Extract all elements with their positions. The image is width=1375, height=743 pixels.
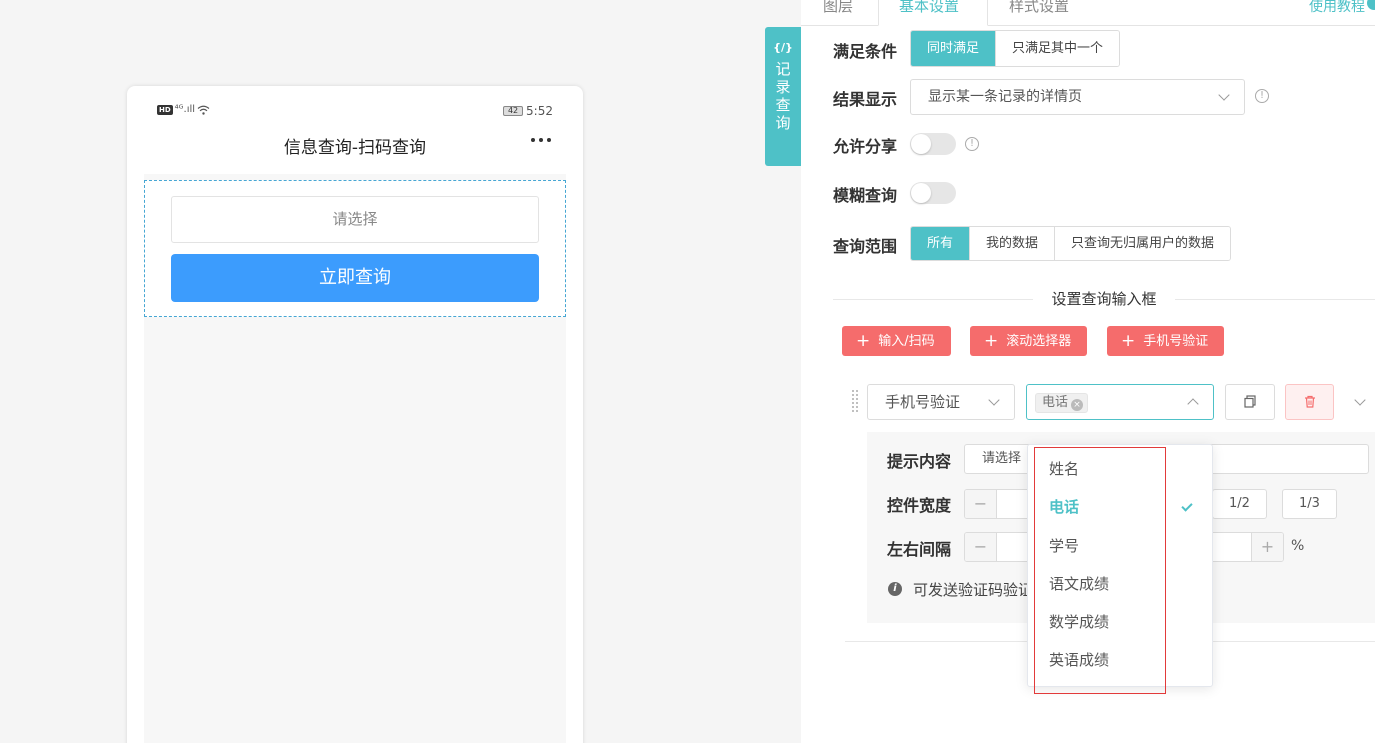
status-time: 5:52 [526,104,553,118]
signal-icon: ⁴ᴳ.ıll [174,104,196,115]
dropdown-option[interactable]: 数学成绩 [1028,603,1212,641]
collapse-chevron-icon[interactable] [1354,394,1366,406]
allow-share-label: 允许分享 [833,137,898,156]
status-bar: HD ⁴ᴳ.ıll 42 5:52 [127,86,583,124]
trash-icon [1304,395,1315,408]
dropdown-option[interactable]: 学号 [1028,527,1212,565]
condition-option-any[interactable]: 只满足其中一个 [996,31,1120,66]
dropdown-option[interactable]: 英语成绩 [1028,641,1212,679]
help-link-label: 使用教程 [1309,0,1365,15]
help-dot-icon [1367,0,1375,10]
width-minus-button[interactable]: − [965,490,997,518]
code-icon: {/} [773,41,793,54]
query-now-button[interactable]: 立即查询 [171,254,539,302]
add-picker-label: 滚动选择器 [1006,334,1072,349]
result-display-value: 显示某一条记录的详情页 [928,89,1082,105]
condition-label: 满足条件 [833,42,898,61]
help-link[interactable]: 使用教程 [1309,0,1365,16]
scope-option-mine[interactable]: 我的数据 [970,227,1056,260]
record-query-label: 记录查询 [775,60,791,132]
fuzzy-query-toggle[interactable] [910,182,956,204]
field-source-dropdown: 姓名 电话 学号 语文成绩 数学成绩 英语成绩 [1027,444,1213,687]
phone-page-title: 信息查询-扫码查询 [283,138,427,158]
phone-select-input[interactable]: 请选择 [171,196,539,243]
spacing-minus-button[interactable]: − [965,533,997,561]
width-half-button[interactable]: 1/2 [1212,489,1267,519]
hd-icon: HD [157,104,173,115]
verify-note: 可发送验证码验证 [913,581,1033,599]
percent-unit: % [1291,538,1305,554]
query-widget[interactable]: 请选择 立即查询 [144,180,566,317]
more-icon[interactable] [531,138,551,142]
query-scope-label: 查询范围 [833,237,898,256]
add-phone-verify-button[interactable]: + 手机号验证 [1107,326,1225,356]
add-input-scan-button[interactable]: + 输入/扫码 [842,326,951,356]
chevron-up-icon [1187,398,1199,410]
copy-icon [1244,395,1256,408]
spacing-label: 左右间隔 [887,540,952,559]
dropdown-option[interactable]: 语文成绩 [1028,565,1212,603]
selected-tag: 电话 × [1035,393,1089,413]
field-type-value: 手机号验证 [885,393,961,411]
scope-option-unowned[interactable]: 只查询无归属用户的数据 [1055,227,1231,260]
copy-button[interactable] [1225,384,1275,420]
add-picker-button[interactable]: + 滚动选择器 [970,326,1088,356]
query-scope-segmented: 所有 我的数据 只查询无归属用户的数据 [910,226,1232,261]
battery-icon: 42 [503,106,524,116]
plus-icon: + [1121,331,1136,351]
result-display-select[interactable]: 显示某一条记录的详情页 [910,79,1245,115]
condition-segmented: 同时满足 只满足其中一个 [910,30,1121,67]
dropdown-option-selected[interactable]: 电话 [1028,488,1212,526]
dropdown-option[interactable]: 姓名 [1028,450,1212,488]
settings-tabs: 图层 基本设置 样式设置 使用教程 [801,0,1375,26]
delete-button[interactable] [1285,384,1334,420]
fuzzy-query-label: 模糊查询 [833,186,898,205]
add-phone-verify-label: 手机号验证 [1143,334,1209,349]
drag-handle-icon[interactable] [851,389,859,413]
status-left: HD ⁴ᴳ.ıll [157,104,210,115]
dropdown-option-label: 电话 [1049,498,1080,516]
result-display-label: 结果显示 [833,90,898,109]
allow-share-toggle[interactable] [910,133,956,155]
tab-style-settings[interactable]: 样式设置 [989,0,1089,26]
tab-basic-settings[interactable]: 基本设置 [878,0,988,26]
width-third-button[interactable]: 1/3 [1282,489,1337,519]
chevron-down-icon [1218,89,1230,101]
check-icon [1181,500,1193,512]
wifi-icon [197,105,210,115]
info-icon[interactable]: ! [965,137,979,151]
plus-icon: + [856,331,871,351]
tab-layers[interactable]: 图层 [803,0,873,26]
width-label: 控件宽度 [887,496,952,515]
condition-option-all[interactable]: 同时满足 [911,31,997,66]
add-input-scan-label: 输入/扫码 [878,334,935,349]
phone-preview: HD ⁴ᴳ.ıll 42 5:52 信息查询-扫码查询 请选择 立即查询 [127,86,583,743]
hint-label: 提示内容 [887,452,952,471]
field-type-select[interactable]: 手机号验证 [867,384,1015,420]
selected-tag-label: 电话 [1042,395,1069,410]
scope-option-all[interactable]: 所有 [911,227,971,260]
tag-close-icon[interactable]: × [1071,399,1084,411]
input-section-title: 设置查询输入框 [1033,288,1175,309]
spacing-plus-button[interactable]: + [1251,533,1283,561]
info-icon[interactable]: ! [1255,89,1269,103]
record-query-tab[interactable]: {/} 记录查询 [765,27,801,166]
info-filled-icon: i [888,582,902,596]
plus-icon: + [984,331,999,351]
field-source-select[interactable]: 电话 × [1026,384,1214,420]
chevron-down-icon [988,394,1000,406]
status-right: 42 5:52 [503,104,553,118]
